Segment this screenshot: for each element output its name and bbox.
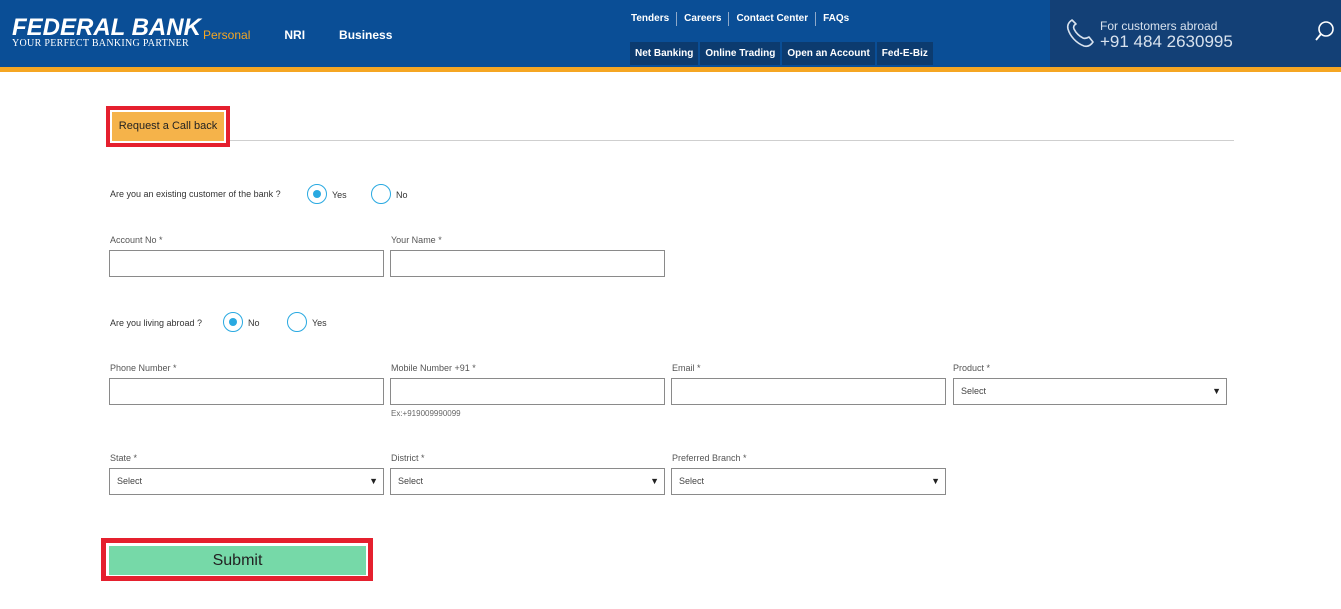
your-name-label: Your Name * [391, 235, 442, 245]
existing-customer-yes-label: Yes [332, 190, 347, 200]
existing-customer-no-label: No [396, 190, 408, 200]
state-select[interactable]: Select ▼ [109, 468, 384, 495]
site-header: FEDERAL BANK YOUR PERFECT BANKING PARTNE… [0, 0, 1341, 67]
email-label: Email * [672, 363, 701, 373]
brand-name: FEDERAL BANK [12, 14, 201, 41]
chevron-down-icon: ▼ [1212, 386, 1221, 396]
nav-personal[interactable]: Personal [203, 28, 250, 42]
link-tenders[interactable]: Tenders [624, 12, 676, 26]
nav-nri[interactable]: NRI [284, 28, 305, 42]
tab-divider [230, 140, 1234, 141]
online-trading-button[interactable]: Online Trading [700, 42, 781, 65]
living-abroad-no-radio[interactable] [223, 312, 243, 332]
mobile-number-input[interactable] [390, 378, 665, 405]
mobile-number-label: Mobile Number +91 * [391, 363, 476, 373]
account-no-input[interactable] [109, 250, 384, 277]
state-label: State * [110, 453, 138, 463]
submit-button[interactable]: Submit [109, 546, 366, 575]
fed-e-biz-button[interactable]: Fed-E-Biz [876, 42, 933, 65]
tab-request-call-back[interactable]: Request a Call back [112, 112, 224, 141]
district-select[interactable]: Select ▼ [390, 468, 665, 495]
top-links: Tenders Careers Contact Center FAQs [624, 12, 856, 26]
account-no-label: Account No * [110, 235, 163, 245]
chevron-down-icon: ▼ [369, 476, 378, 486]
your-name-input[interactable] [390, 250, 665, 277]
product-selected-value: Select [961, 386, 987, 396]
preferred-branch-label: Preferred Branch * [672, 453, 747, 463]
branch-selected-value: Select [679, 476, 705, 486]
district-label: District * [391, 453, 425, 463]
living-abroad-question: Are you living abroad ? [110, 318, 203, 328]
living-abroad-yes-radio[interactable] [287, 312, 307, 332]
email-input[interactable] [671, 378, 946, 405]
brand-tagline: YOUR PERFECT BANKING PARTNER [12, 38, 189, 49]
abroad-contact: For customers abroad +91 484 2630995 [1050, 0, 1341, 67]
phone-number-label: Phone Number * [110, 363, 177, 373]
existing-customer-question: Are you an existing customer of the bank… [110, 189, 281, 199]
abroad-number[interactable]: +91 484 2630995 [1100, 32, 1233, 52]
abroad-label: For customers abroad [1100, 19, 1218, 33]
search-icon[interactable] [1314, 20, 1336, 42]
product-select[interactable]: Select ▼ [953, 378, 1227, 405]
chevron-down-icon: ▼ [931, 476, 940, 486]
living-abroad-no-label: No [248, 318, 260, 328]
existing-customer-no-radio[interactable] [371, 184, 391, 204]
main-nav: Personal NRI Business [203, 28, 426, 42]
net-banking-button[interactable]: Net Banking [630, 42, 699, 65]
state-selected-value: Select [117, 476, 143, 486]
logo[interactable]: FEDERAL BANK YOUR PERFECT BANKING PARTNE… [12, 16, 201, 49]
link-contact-center[interactable]: Contact Center [728, 12, 815, 26]
preferred-branch-select[interactable]: Select ▼ [671, 468, 946, 495]
open-account-button[interactable]: Open an Account [782, 42, 875, 65]
product-label: Product * [953, 363, 991, 373]
mobile-number-hint: Ex:+919009990099 [391, 409, 461, 418]
phone-number-input[interactable] [109, 378, 384, 405]
district-selected-value: Select [398, 476, 424, 486]
nav-business[interactable]: Business [339, 28, 392, 42]
link-faqs[interactable]: FAQs [815, 12, 856, 26]
quick-links: Net Banking Online Trading Open an Accou… [630, 42, 935, 65]
link-careers[interactable]: Careers [676, 12, 728, 26]
chevron-down-icon: ▼ [650, 476, 659, 486]
phone-icon [1066, 19, 1094, 48]
living-abroad-yes-label: Yes [312, 318, 327, 328]
existing-customer-yes-radio[interactable] [307, 184, 327, 204]
header-accent-strip [0, 67, 1341, 72]
